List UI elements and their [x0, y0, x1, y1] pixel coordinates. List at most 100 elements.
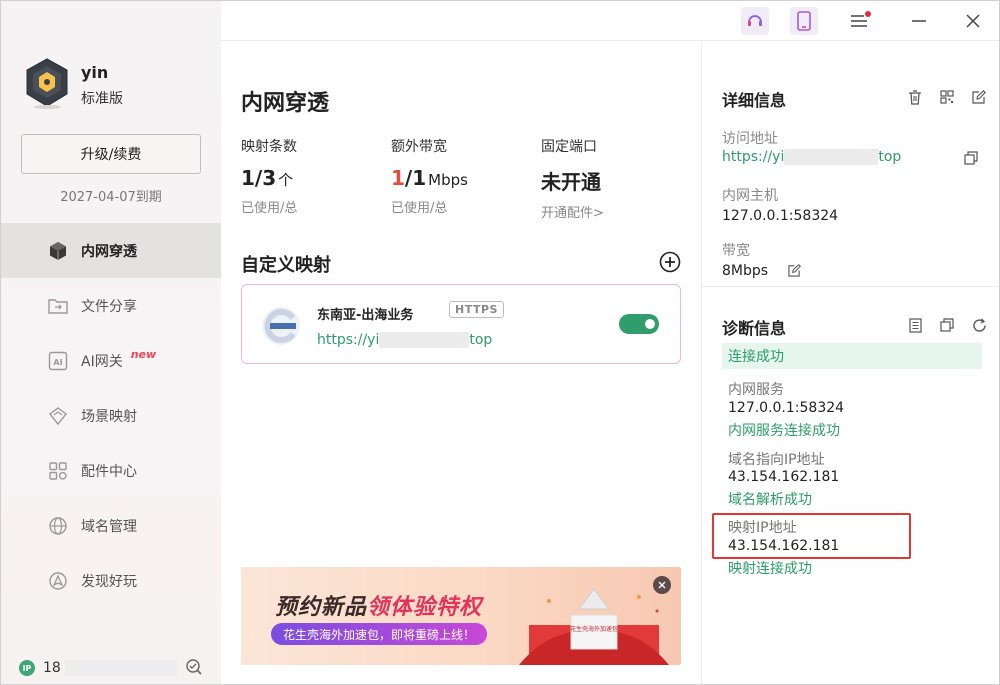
url-redacted [784, 149, 879, 165]
stat-label: 映射条数 [241, 139, 297, 155]
stat-used: 1 [391, 166, 405, 190]
phone-icon [797, 11, 811, 31]
qrcode-icon[interactable] [938, 88, 956, 106]
upgrade-button[interactable]: 升级/续费 [21, 134, 201, 174]
trash-icon[interactable] [906, 88, 924, 106]
stat-used: 1 [241, 166, 255, 190]
sidebar-item-nat[interactable]: 内网穿透 [1, 223, 221, 278]
banner-title-b: 领体验特权 [367, 595, 483, 620]
access-url[interactable]: https://yi top [722, 149, 901, 165]
diag-result: 域名解析成功 [728, 492, 812, 508]
mapping-url[interactable]: https://yi top [317, 332, 492, 348]
diagnosis-actions [892, 316, 988, 334]
stat-mappings: 映射条数 1/3 个 已使用/总 [241, 136, 381, 216]
host-label: 内网主机 [722, 188, 778, 204]
minimize-button[interactable] [905, 7, 933, 35]
ai-icon: AI [47, 350, 69, 372]
access-url-start: https://yi [722, 149, 785, 165]
folder-share-icon [47, 295, 69, 317]
mapping-url-start: https://yi [317, 332, 380, 348]
app-window: yin 标准版 升级/续费 2027-04-07到期 内网穿透 文件分享 AI [0, 0, 1000, 685]
diag-value: 43.154.162.181 [728, 469, 840, 485]
mapping-card[interactable]: 东南亚-出海业务 HTTPS https://yi top [241, 284, 681, 364]
sidebar-item-label: AI网关 [81, 353, 123, 370]
copy-icon[interactable] [964, 151, 978, 165]
menu-button[interactable] [845, 7, 873, 35]
stat-label: 额外带宽 [391, 139, 447, 155]
edit-bandwidth-icon[interactable] [788, 264, 801, 277]
stat-value: 1/3 个 [241, 166, 381, 190]
diag-label: 域名指向IP地址 [728, 452, 825, 468]
close-icon [658, 581, 666, 589]
support-button[interactable] [741, 7, 769, 35]
stat-sub: 已使用/总 [241, 201, 298, 216]
edit-icon[interactable] [970, 88, 988, 106]
detail-actions [892, 88, 988, 106]
sidebar-item-label: 发现好玩 [81, 573, 137, 590]
bandwidth-value: 8Mbps [722, 263, 769, 279]
stat-sub: 已使用/总 [391, 201, 448, 216]
sidebar-item-file-share[interactable]: 文件分享 [1, 278, 221, 333]
new-badge: new [130, 348, 157, 361]
svg-text:AI: AI [53, 358, 62, 367]
stat-value: 1/1 Mbps [391, 166, 531, 190]
log-icon[interactable] [906, 316, 924, 334]
headset-icon [748, 15, 762, 26]
banner-title-a: 预约新品 [275, 595, 368, 620]
url-redacted [379, 332, 470, 348]
copy-icon[interactable] [938, 316, 956, 334]
gift-text: 花生壳海外加速包 [570, 625, 618, 633]
bandwidth-label: 带宽 [722, 243, 750, 259]
access-label: 访问地址 [722, 131, 778, 147]
diag-label: 内网服务 [728, 382, 784, 398]
promo-banner[interactable]: 预约新品领体验特权 花生壳海外加速包，即将重磅上线！ 花生壳海外加速包 [241, 567, 681, 665]
avatar[interactable] [23, 57, 71, 109]
stat-total: /3 [254, 166, 277, 190]
cube-icon [47, 240, 69, 262]
discover-icon [47, 570, 69, 592]
sidebar-item-label: 内网穿透 [81, 243, 137, 260]
profile-name: yin [81, 63, 109, 82]
close-icon [966, 14, 980, 28]
notification-dot [865, 11, 871, 17]
stat-label: 固定端口 [541, 139, 597, 155]
section-title: 自定义映射 [241, 255, 331, 276]
detail-title: 详细信息 [722, 91, 787, 110]
diag-result: 映射连接成功 [728, 561, 812, 577]
stat-unit: Mbps [428, 171, 468, 189]
ip-refresh-icon[interactable] [185, 658, 203, 676]
stat-fixed-port: 固定端口 未开通 开通配件> [541, 136, 681, 221]
close-button[interactable] [959, 7, 987, 35]
open-accessory-link[interactable]: 开通配件> [541, 202, 681, 221]
sidebar-item-scene[interactable]: 场景映射 [1, 388, 221, 443]
mapping-url-end: top [469, 332, 493, 348]
sidebar-item-label: 配件中心 [81, 463, 137, 480]
mapping-name: 东南亚-出海业务 [317, 308, 414, 323]
sidebar-item-discover[interactable]: 发现好玩 [1, 553, 221, 608]
ip-badge: IP [19, 660, 35, 676]
diag-result: 内网服务连接成功 [728, 423, 840, 439]
sidebar-item-domains[interactable]: 域名管理 [1, 498, 221, 553]
divider [702, 286, 999, 287]
banner-close-button[interactable] [653, 576, 671, 594]
banner-title: 预约新品领体验特权 [275, 589, 482, 621]
mapping-toggle[interactable] [619, 314, 659, 334]
add-mapping-icon[interactable] [659, 251, 681, 273]
globe-icon [47, 515, 69, 537]
refresh-icon[interactable] [970, 316, 988, 334]
sidebar-item-ai-gateway[interactable]: AI AI网关 new [1, 333, 221, 388]
gift-box-icon: 花生壳海外加速包 [519, 588, 669, 665]
ip-redacted [64, 660, 177, 676]
mapping-logo-icon [262, 307, 300, 345]
highlight-annotation [712, 513, 911, 559]
sidebar-item-accessories[interactable]: 配件中心 [1, 443, 221, 498]
diagnosis-title: 诊断信息 [722, 319, 787, 338]
mobile-button[interactable] [790, 7, 818, 35]
expire-date: 2027-04-07到期 [60, 190, 162, 205]
access-url-end: top [878, 149, 902, 165]
profile-tier: 标准版 [81, 91, 123, 107]
page-title: 内网穿透 [241, 91, 330, 116]
ip-address: 18 [43, 660, 61, 676]
detail-panel: 详细信息 访问地址 https://yi top 内网主机 127.0.0.1:5… [701, 41, 999, 684]
stat-total: /1 [404, 166, 427, 190]
